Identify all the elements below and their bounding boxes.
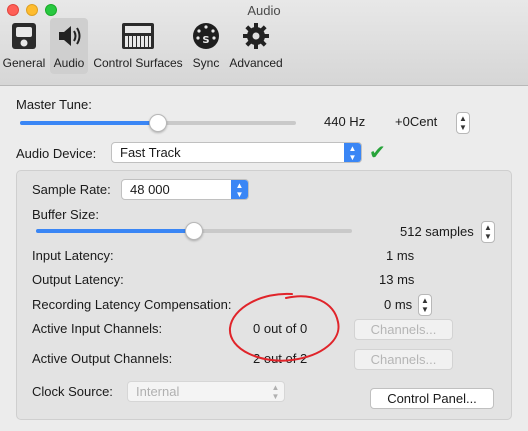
tab-control-surfaces-label: Control Surfaces bbox=[93, 56, 183, 70]
chevron-updown-icon: ▲ ▼ bbox=[231, 180, 248, 199]
output-latency-value: 13 ms bbox=[379, 272, 415, 287]
master-tune-slider-fill bbox=[20, 121, 158, 125]
master-tune-cent: +0Cent bbox=[395, 114, 438, 129]
input-channels-button[interactable]: Channels... bbox=[354, 319, 453, 340]
sample-rate-select[interactable]: 48 000 ▲ ▼ bbox=[121, 179, 249, 200]
control-panel-button[interactable]: Control Panel... bbox=[370, 388, 494, 409]
buffer-size-stepper[interactable]: ▲ ▼ bbox=[481, 221, 495, 243]
master-tune-stepper[interactable]: ▲ ▼ bbox=[456, 112, 470, 134]
checkmark-icon: ✔ bbox=[369, 142, 386, 164]
audio-device-select[interactable]: Fast Track ▲ ▼ bbox=[111, 142, 362, 163]
recording-latency-label: Recording Latency Compensation: bbox=[32, 297, 232, 312]
active-output-label: Active Output Channels: bbox=[32, 351, 173, 366]
red-annotation-circle bbox=[228, 292, 340, 362]
recording-latency-value: 0 ms bbox=[384, 297, 413, 312]
tab-control-surfaces[interactable]: Control Surfaces bbox=[92, 18, 184, 74]
clock-source-value: Internal bbox=[136, 384, 180, 399]
tab-advanced-label: Advanced bbox=[229, 56, 283, 70]
buffer-size-label: Buffer Size: bbox=[32, 207, 99, 222]
input-latency-label: Input Latency: bbox=[32, 248, 114, 263]
sync-icon: S bbox=[191, 18, 221, 54]
tab-advanced[interactable]: Advanced bbox=[228, 18, 284, 74]
master-tune-slider-knob[interactable] bbox=[149, 114, 167, 132]
master-tune-hz: 440 Hz bbox=[324, 114, 366, 129]
svg-text:S: S bbox=[202, 35, 209, 46]
speaker-box-icon bbox=[10, 18, 38, 54]
clock-source-select[interactable]: Internal ▲ ▼ bbox=[127, 381, 285, 402]
buffer-size-slider-fill bbox=[36, 229, 194, 233]
tab-sync[interactable]: S Sync bbox=[188, 18, 224, 74]
audio-device-value: Fast Track bbox=[120, 145, 181, 160]
chevron-updown-icon: ▲ ▼ bbox=[271, 383, 280, 401]
buffer-size-slider[interactable] bbox=[36, 222, 352, 240]
window-titlebar: Audio General Audio Control Surfaces S S… bbox=[0, 0, 528, 86]
window-title: Audio bbox=[247, 3, 281, 18]
tab-general-label: General bbox=[2, 56, 46, 70]
active-input-label: Active Input Channels: bbox=[32, 321, 163, 336]
buffer-size-value: 512 samples bbox=[400, 224, 474, 239]
master-tune-slider[interactable] bbox=[20, 114, 296, 132]
tab-general[interactable]: General bbox=[2, 18, 46, 74]
input-latency-value: 1 ms bbox=[386, 248, 415, 263]
buffer-size-slider-knob[interactable] bbox=[185, 222, 203, 240]
recording-latency-stepper[interactable]: ▲ ▼ bbox=[418, 294, 432, 316]
audio-device-label: Audio Device: bbox=[16, 146, 97, 161]
sample-rate-label: Sample Rate: bbox=[32, 182, 111, 197]
output-latency-label: Output Latency: bbox=[32, 272, 124, 287]
tab-audio[interactable]: Audio bbox=[50, 18, 88, 74]
tab-audio-label: Audio bbox=[53, 56, 85, 70]
chevron-updown-icon: ▲ ▼ bbox=[344, 143, 361, 162]
clock-source-label: Clock Source: bbox=[32, 384, 113, 399]
tab-sync-label: Sync bbox=[192, 56, 220, 70]
keyboard-icon bbox=[121, 18, 155, 54]
speaker-icon bbox=[55, 18, 83, 54]
output-channels-button[interactable]: Channels... bbox=[354, 349, 453, 370]
gear-icon bbox=[242, 18, 270, 54]
sample-rate-value: 48 000 bbox=[130, 182, 170, 197]
master-tune-label: Master Tune: bbox=[16, 97, 92, 112]
